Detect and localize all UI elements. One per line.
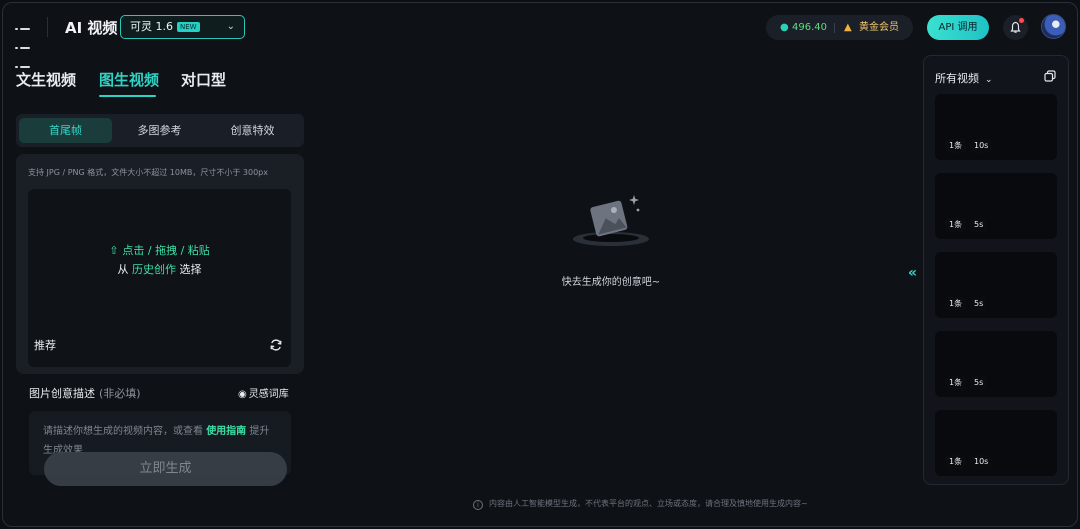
upload-hint: 支持 JPG / PNG 格式，文件大小不超过 10MB，尺寸不小于 300px	[28, 168, 268, 177]
api-button[interactable]: API 调用	[927, 15, 989, 40]
video-duration-tag: 5s	[970, 376, 988, 390]
empty-image-icon	[573, 195, 649, 246]
notification-dot	[1019, 18, 1024, 23]
description-title: 图片创意描述	[29, 387, 95, 400]
bell-icon	[1010, 21, 1021, 33]
upload-card: 支持 JPG / PNG 格式，文件大小不超过 10MB，尺寸不小于 300px…	[16, 154, 304, 374]
avatar[interactable]	[1041, 14, 1066, 39]
divider	[47, 17, 48, 37]
tab-lip-sync[interactable]: 对口型	[181, 69, 226, 90]
model-select[interactable]: 可灵 1.6 NEW ⌄	[120, 15, 245, 39]
subtab-bar: 首尾帧 多图参考 创意特效	[16, 114, 304, 147]
tab-image-to-video[interactable]: 图生视频	[99, 69, 159, 90]
subtab-creative-effects[interactable]: 创意特效	[206, 118, 299, 143]
video-card[interactable]: 1条 10s	[935, 94, 1057, 160]
all-videos-dropdown[interactable]: 所有视频 ⌄	[935, 70, 993, 86]
upload-action: ⇧ 点击 / 拖拽 / 粘贴	[28, 242, 291, 258]
generate-button[interactable]: 立即生成	[44, 452, 287, 486]
active-tab-indicator	[99, 95, 156, 97]
video-count-tag: 1条	[945, 218, 967, 232]
upload-action-label: 点击 / 拖拽 / 粘贴	[122, 244, 210, 257]
optional-label: (非必填)	[99, 387, 141, 400]
notification-button[interactable]	[1003, 15, 1028, 40]
footer-disclaimer: i 内容由人工智能模型生成，不代表平台的观点、立场或态度，请合理及慎地使用生成内容…	[473, 498, 808, 510]
menu-icon[interactable]	[15, 19, 31, 68]
subtab-first-last-frame[interactable]: 首尾帧	[19, 118, 112, 143]
video-card[interactable]: 1条 5s	[935, 173, 1057, 239]
inspiration-label: 灵感词库	[248, 389, 289, 400]
divider	[834, 23, 835, 33]
video-duration-tag: 5s	[970, 297, 988, 311]
subtab-multi-image[interactable]: 多图参考	[113, 118, 206, 143]
crown-icon: ▲	[844, 22, 852, 33]
description-label: 图片创意描述 (非必填)	[29, 385, 141, 401]
placeholder-text: 请描述你想生成的视频内容，或查看	[43, 426, 203, 437]
panel-title: 所有视频	[935, 72, 979, 85]
model-label: 可灵 1.6	[130, 20, 173, 33]
video-card[interactable]: 1条 5s	[935, 331, 1057, 397]
inspiration-button[interactable]: ◉ 灵感词库	[238, 385, 289, 400]
top-bar: AI 视频 可灵 1.6 NEW ⌄ ● 496.40 ▲ 黄金会员 API 调用	[3, 3, 1077, 68]
chevron-down-icon: ⌄	[226, 21, 235, 32]
video-history-panel: 所有视频 ⌄ 1条 10s 1条 5s 1条 5s 1条 5s 1条 10s	[923, 55, 1069, 485]
footer-note-text: 内容由人工智能模型生成，不代表平台的观点、立场或态度，请合理及慎地使用生成内容~	[489, 499, 808, 508]
points-value: 496.40	[792, 22, 827, 33]
app-title: AI 视频	[65, 19, 118, 37]
video-duration-tag: 10s	[970, 139, 993, 153]
droplet-icon: ●	[780, 22, 789, 33]
membership-label: 黄金会员	[859, 22, 899, 33]
upload-icon: ⇧	[109, 244, 119, 257]
video-count-tag: 1条	[945, 297, 967, 311]
video-duration-tag: 10s	[970, 455, 993, 469]
new-badge: NEW	[177, 22, 200, 32]
video-card[interactable]: 1条 10s	[935, 410, 1057, 476]
copy-icon[interactable]	[1044, 70, 1056, 82]
video-duration-tag: 5s	[970, 218, 988, 232]
video-card[interactable]: 1条 5s	[935, 252, 1057, 318]
info-icon: i	[473, 500, 483, 510]
chevron-down-icon: ⌄	[985, 75, 993, 85]
recommend-label: 推荐	[34, 339, 56, 352]
video-count-tag: 1条	[945, 455, 967, 469]
refresh-icon[interactable]	[269, 338, 283, 352]
guide-link[interactable]: 使用指南	[206, 426, 246, 437]
tab-text-to-video[interactable]: 文生视频	[16, 69, 76, 90]
app-window: AI 视频 可灵 1.6 NEW ⌄ ● 496.40 ▲ 黄金会员 API 调用…	[2, 2, 1078, 527]
video-count-tag: 1条	[945, 139, 967, 153]
video-count-tag: 1条	[945, 376, 967, 390]
location-pin-icon: ◉	[238, 389, 247, 400]
points-pill[interactable]: ● 496.40 ▲ 黄金会员	[766, 15, 913, 40]
